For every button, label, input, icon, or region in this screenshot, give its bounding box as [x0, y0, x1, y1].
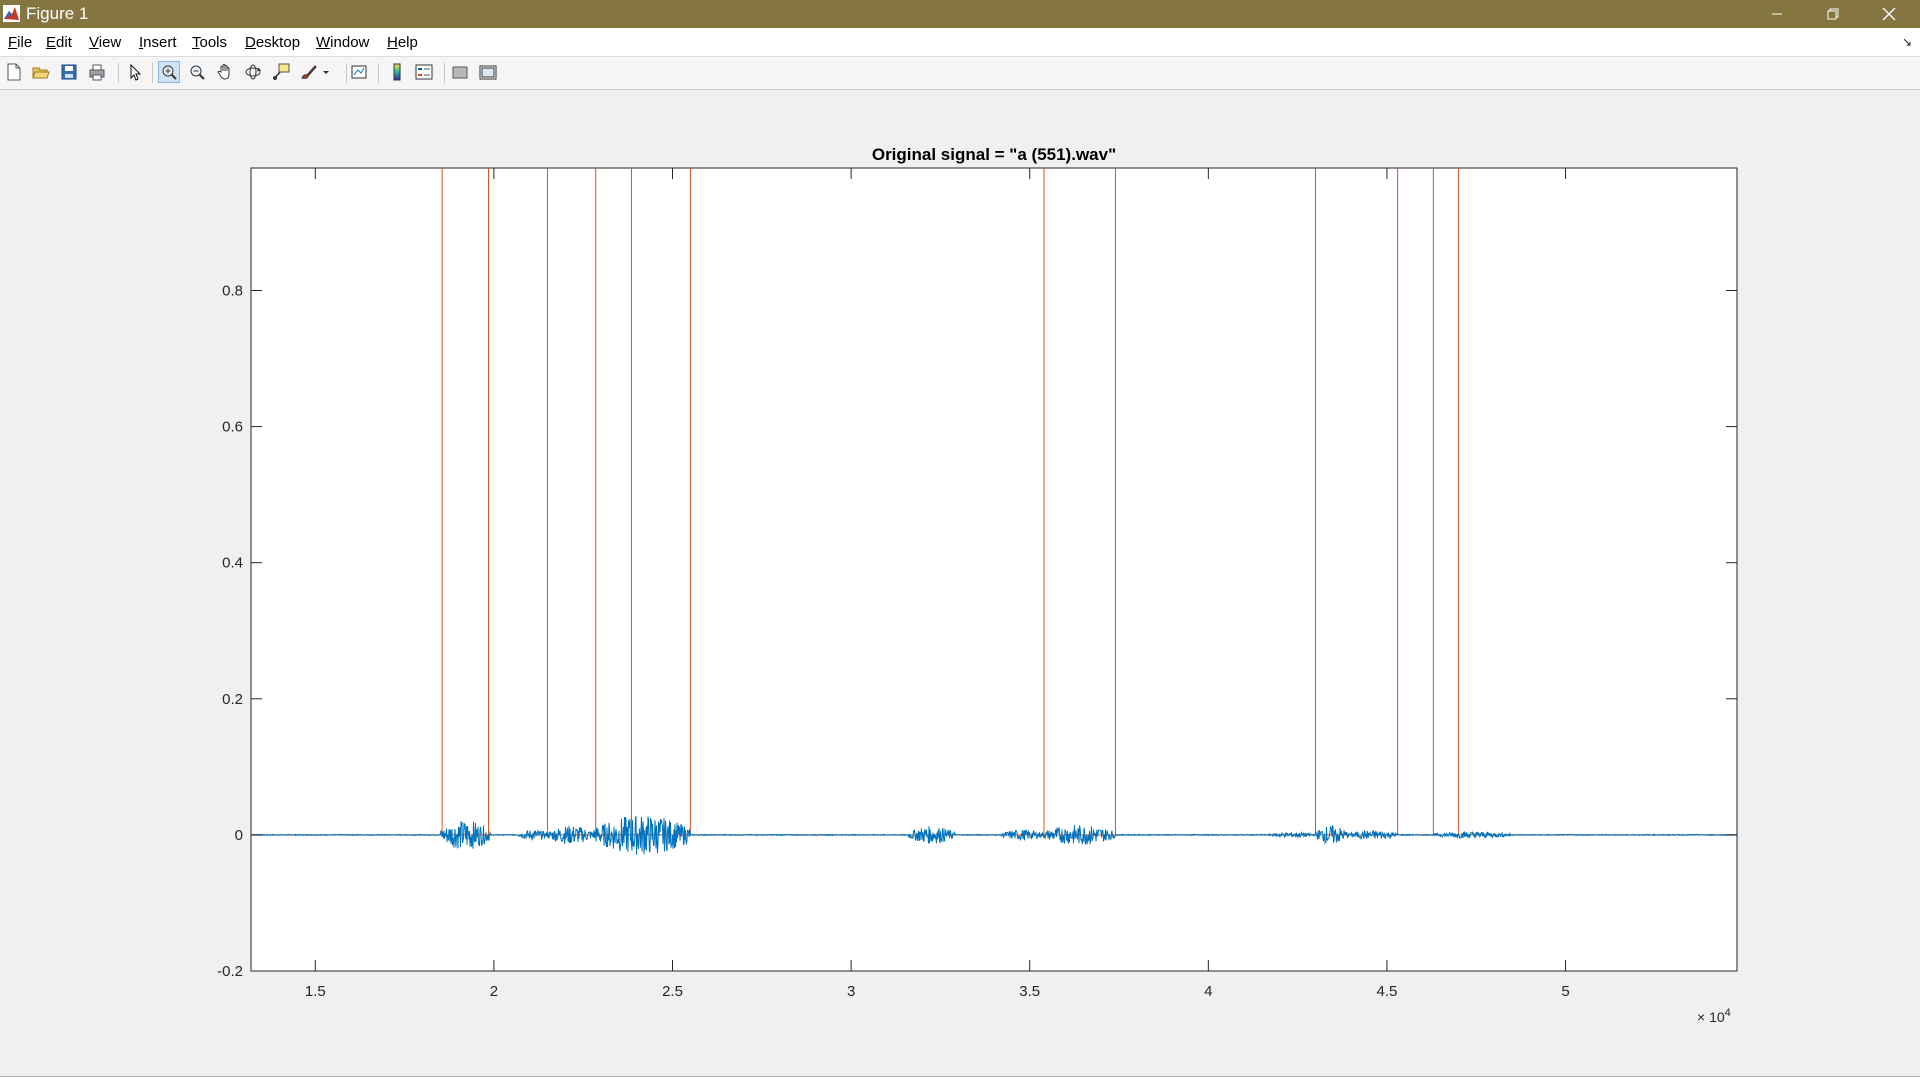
menu-tools[interactable]: Tools [192, 34, 227, 52]
minimize-button[interactable] [1749, 0, 1805, 28]
menu-window-label: indow [330, 34, 370, 51]
menu-desktop[interactable]: Desktop [245, 34, 300, 52]
x-exponent-power: 4 [1725, 1007, 1731, 1019]
title-bar: Figure 1 [0, 0, 1920, 28]
menu-tools-accel: T [192, 34, 200, 51]
toolbar-separator [152, 63, 153, 83]
menu-window[interactable]: Window [316, 34, 369, 52]
brush-dropdown[interactable] [320, 61, 332, 83]
open-file-icon [32, 67, 50, 79]
y-tick-label: -0.2 [217, 963, 243, 980]
dock-arrow-icon[interactable]: ↘ [1902, 35, 1912, 49]
new-figure-icon [7, 63, 21, 81]
menu-help[interactable]: Help [387, 34, 418, 52]
menu-desktop-label: esktop [255, 34, 301, 51]
restore-button[interactable] [1805, 0, 1861, 28]
save-button[interactable] [58, 61, 80, 83]
menu-edit-label: dit [56, 34, 72, 51]
print-button[interactable] [86, 61, 108, 83]
menu-help-accel: H [387, 34, 398, 51]
menu-window-accel: W [316, 34, 331, 51]
menu-help-label: elp [397, 34, 418, 51]
menu-file-accel: F [8, 34, 18, 51]
menu-file[interactable]: File [8, 34, 32, 52]
brush-icon [301, 65, 317, 79]
edit-plot-arrow-icon [130, 63, 142, 81]
rotate-3d-icon [245, 64, 261, 80]
pan-button[interactable] [214, 61, 236, 83]
toolbar-separator [444, 63, 445, 83]
print-icon [89, 64, 105, 81]
zoom-in-icon [162, 65, 177, 80]
restore-icon [1827, 8, 1839, 20]
data-cursor-button[interactable] [270, 61, 292, 83]
zoom-out-button[interactable] [186, 61, 208, 83]
y-tick-label: 0.8 [222, 282, 243, 299]
insert-colorbar-button[interactable] [386, 61, 408, 83]
chevron-down-icon [323, 71, 329, 74]
close-icon [1882, 7, 1896, 21]
y-tick-label: 0.2 [222, 691, 243, 708]
window-title: Figure 1 [26, 4, 89, 23]
y-tick-label: 0.6 [222, 419, 243, 436]
save-icon [61, 64, 77, 80]
zoom-in-button[interactable] [158, 61, 180, 83]
plot-svg[interactable]: 1.5 2 2.5 3 3.5 4 4.5 5 -0.2 0 0.2 0.4 0.6 0.8 Origin… [0, 90, 1920, 1076]
menu-view-label: iew [98, 34, 122, 51]
figure-canvas: 1.5 2 2.5 3 3.5 4 4.5 5 -0.2 0 0.2 0.4 0.6 0.8 Origin… [0, 90, 1920, 1076]
show-plot-tools-button[interactable] [477, 61, 499, 83]
axes-box[interactable] [250, 167, 1738, 972]
x-tick-label: 2 [490, 983, 498, 1000]
x-tick-label: 1.5 [305, 983, 326, 1000]
insert-legend-button[interactable] [413, 61, 435, 83]
link-plot-icon [351, 65, 367, 79]
rotate-3d-button[interactable] [242, 61, 264, 83]
hide-plot-tools-icon [452, 66, 468, 79]
chart-title: Original signal = "a (551).wav" [872, 145, 1116, 164]
menu-view[interactable]: View [89, 34, 121, 52]
x-tick-label: 2.5 [662, 983, 683, 1000]
open-file-button[interactable] [30, 61, 52, 83]
y-tick-label: 0 [235, 827, 243, 844]
x-exponent-label: × 104 [1697, 1007, 1731, 1025]
menu-view-accel: V [89, 34, 99, 51]
close-button[interactable] [1861, 0, 1917, 28]
new-figure-button[interactable] [3, 61, 25, 83]
edit-plot-button[interactable] [124, 61, 146, 83]
y-tick-label: 0.4 [222, 555, 243, 572]
x-tick-label: 4 [1204, 983, 1212, 1000]
menu-insert-label: nsert [143, 34, 177, 51]
menu-desktop-accel: D [245, 34, 256, 51]
menu-file-label: ile [17, 34, 33, 51]
x-tick-label: 5 [1561, 983, 1569, 1000]
menu-insert[interactable]: Insert [139, 34, 177, 52]
data-cursor-icon [273, 63, 290, 80]
hide-plot-tools-button[interactable] [449, 61, 471, 83]
x-exponent-base: × 10 [1697, 1009, 1725, 1025]
matlab-app-icon [3, 5, 20, 22]
menu-bar: File Edit View Insert Tools Desktop Wind… [0, 28, 1920, 57]
link-plot-button[interactable] [348, 61, 370, 83]
x-tick-label: 4.5 [1377, 983, 1398, 1000]
zoom-out-icon [190, 65, 205, 80]
menu-edit[interactable]: Edit [46, 34, 72, 52]
x-tick-label: 3.5 [1019, 983, 1040, 1000]
pan-hand-icon [217, 64, 230, 80]
show-plot-tools-icon [479, 65, 497, 80]
figure-toolbar [0, 57, 1920, 90]
toolbar-separator [346, 63, 347, 83]
window-bottom-edge [0, 1076, 1920, 1081]
brush-button[interactable] [298, 61, 320, 83]
minimize-icon [1772, 13, 1782, 15]
insert-legend-icon [415, 64, 433, 80]
insert-colorbar-icon [393, 63, 401, 81]
x-tick-label: 3 [847, 983, 855, 1000]
toolbar-separator [378, 63, 379, 83]
menu-tools-label: ools [199, 34, 228, 51]
menu-edit-accel: E [46, 34, 57, 51]
toolbar-separator [118, 63, 119, 83]
